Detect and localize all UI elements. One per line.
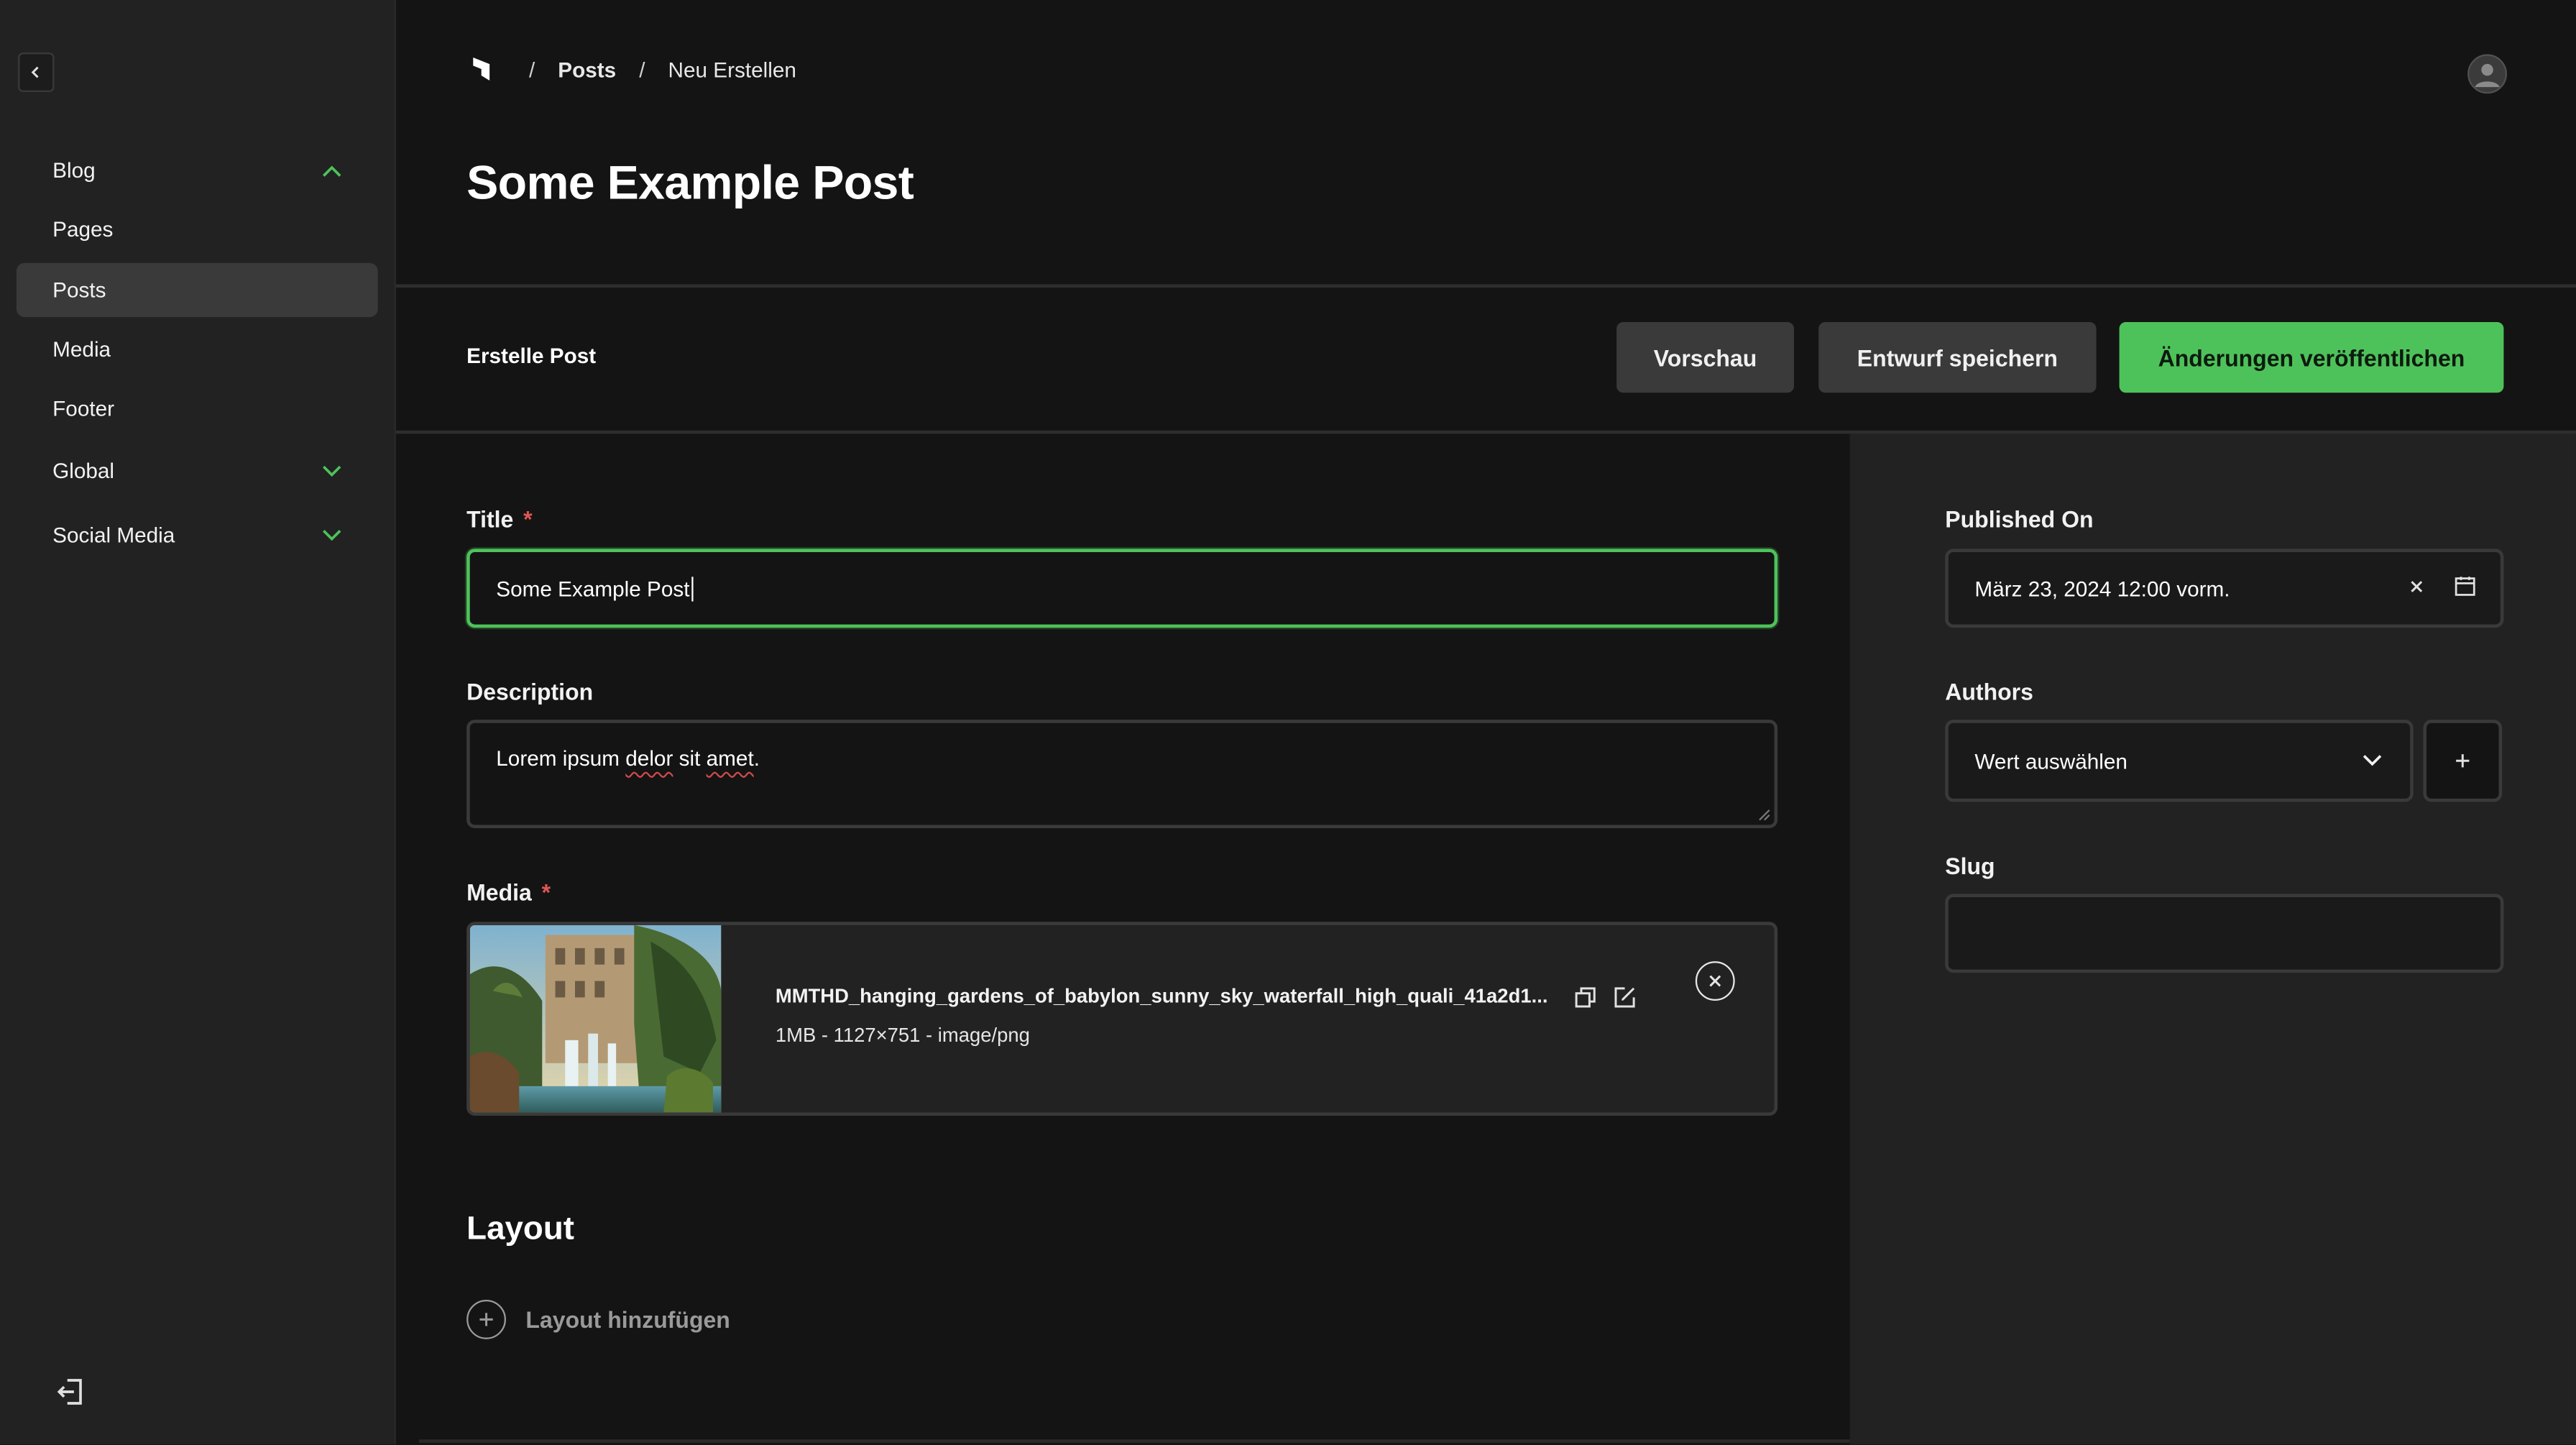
close-icon (1709, 975, 1721, 987)
add-layout-label: Layout hinzufügen (525, 1306, 730, 1333)
required-marker: * (523, 505, 533, 533)
breadcrumb-separator: / (639, 56, 645, 82)
form-mode-label: Erstelle Post (466, 343, 597, 368)
description-textarea[interactable]: Lorem ipsum delor sit amet. (466, 720, 1778, 828)
text-caret (691, 576, 694, 601)
title-field-label: Title * (466, 505, 533, 533)
resize-handle-icon[interactable] (1758, 809, 1771, 822)
media-upload-card: MMTHD_hanging_gardens_of_babylon_sunny_s… (466, 922, 1778, 1116)
slug-label: Slug (1945, 853, 1995, 879)
page-title: Some Example Post (466, 157, 914, 211)
slug-input[interactable] (1945, 894, 2504, 973)
collapse-sidebar-button[interactable] (18, 52, 55, 92)
authors-label: Authors (1945, 678, 2033, 705)
sidebar-item-label: Social Media (52, 522, 175, 548)
duplicate-icon[interactable] (1574, 986, 1597, 1009)
sidebar-item-label: Footer (52, 395, 115, 421)
media-thumbnail[interactable] (469, 925, 722, 1113)
sidebar-item-blog[interactable]: Blog (17, 143, 378, 197)
authors-select[interactable]: Wert auswählen (1945, 720, 2414, 802)
sidebar-item-label: Posts (52, 277, 106, 303)
breadcrumb: / Posts / Neu Erstellen (468, 56, 796, 83)
breadcrumb-separator: / (528, 56, 535, 82)
landscape-image (469, 925, 722, 1113)
sidebar-item-social-media[interactable]: Social Media (17, 508, 378, 561)
divider (418, 1439, 1850, 1443)
description-value: Lorem ipsum delor sit amet. (496, 746, 760, 771)
layout-section-title: Layout (466, 1211, 574, 1247)
breadcrumb-current: Neu Erstellen (668, 56, 796, 82)
divider (395, 284, 2576, 288)
sidebar-item-label: Pages (52, 216, 114, 242)
media-file-name: MMTHD_hanging_gardens_of_babylon_sunny_s… (775, 984, 1548, 1008)
publish-button[interactable]: Änderungen veröffentlichen (2119, 321, 2504, 393)
sidebar-item-posts[interactable]: Posts (16, 262, 378, 318)
published-on-label: Published On (1945, 505, 2094, 533)
sidebar: Blog Pages Posts Media Footer Global Soc… (0, 0, 396, 1445)
clear-icon[interactable] (2409, 579, 2425, 595)
plus-circle-icon (466, 1299, 506, 1339)
add-author-button[interactable] (2423, 720, 2503, 802)
media-file-meta: 1MB - 1127×751 - image/png (775, 1023, 1030, 1047)
calendar-icon[interactable] (2455, 575, 2476, 597)
sidebar-item-label: Blog (52, 157, 96, 183)
title-input[interactable]: Some Example Post (466, 549, 1778, 628)
avatar[interactable] (2467, 54, 2507, 94)
chevron-left-icon (31, 66, 39, 78)
description-field-label: Description (466, 678, 594, 705)
logo-icon[interactable] (468, 56, 492, 83)
sidebar-item-label: Global (52, 458, 115, 483)
published-on-value: März 23, 2024 12:00 vorm. (1974, 576, 2230, 601)
published-on-input[interactable]: März 23, 2024 12:00 vorm. (1945, 549, 2504, 628)
chevron-down-icon (322, 464, 341, 477)
chevron-up-icon (322, 165, 341, 176)
media-field-label: Media * (466, 879, 551, 906)
sidebar-item-pages[interactable]: Pages (17, 202, 378, 256)
sidebar-item-label: Media (52, 336, 111, 362)
preview-button[interactable]: Vorschau (1616, 321, 1794, 393)
remove-media-button[interactable] (1695, 961, 1735, 1001)
sidebar-item-footer[interactable]: Footer (17, 381, 378, 435)
authors-placeholder: Wert auswählen (1974, 748, 2128, 774)
edit-icon[interactable] (1614, 986, 1637, 1009)
user-icon (2475, 63, 2500, 88)
title-input-value: Some Example Post (496, 576, 690, 601)
sidebar-item-global[interactable]: Global (17, 444, 378, 497)
required-marker: * (541, 879, 551, 906)
plus-icon (2456, 754, 2470, 768)
chevron-down-icon (2363, 755, 2382, 766)
logout-icon[interactable] (56, 1377, 86, 1406)
add-layout-button[interactable]: Layout hinzufügen (466, 1299, 730, 1339)
breadcrumb-posts-link[interactable]: Posts (558, 57, 616, 81)
chevron-down-icon (322, 528, 341, 541)
save-draft-button[interactable]: Entwurf speichern (1818, 321, 2097, 393)
sidebar-item-media[interactable]: Media (17, 322, 378, 376)
